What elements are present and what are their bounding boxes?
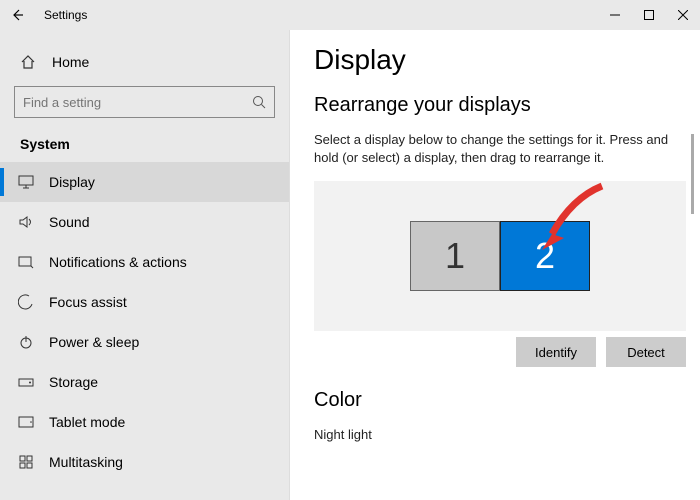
maximize-button[interactable] xyxy=(632,0,666,30)
rearrange-title: Rearrange your displays xyxy=(314,94,676,117)
window-title: Settings xyxy=(44,8,87,22)
titlebar: Settings xyxy=(0,0,700,30)
display-icon xyxy=(17,175,35,189)
display-buttons-row: Identify Detect xyxy=(314,337,686,367)
nav-item-notifications[interactable]: Notifications & actions xyxy=(0,242,289,282)
nav-label: Notifications & actions xyxy=(49,254,187,270)
nav-item-display[interactable]: Display xyxy=(0,162,289,202)
nav-item-power-sleep[interactable]: Power & sleep xyxy=(0,322,289,362)
nav-item-storage[interactable]: Storage xyxy=(0,362,289,402)
tablet-icon xyxy=(17,416,35,428)
nav-item-focus-assist[interactable]: Focus assist xyxy=(0,282,289,322)
nav-item-sound[interactable]: Sound xyxy=(0,202,289,242)
nav-label: Focus assist xyxy=(49,294,127,310)
display-tile-1[interactable]: 1 xyxy=(410,221,500,291)
search-box[interactable] xyxy=(14,86,275,118)
home-label: Home xyxy=(52,54,89,70)
nav-list: Display Sound Notifications & actions Fo… xyxy=(0,162,289,482)
color-title: Color xyxy=(314,389,676,412)
storage-icon xyxy=(17,376,35,388)
nav-label: Storage xyxy=(49,374,98,390)
minimize-button[interactable] xyxy=(598,0,632,30)
minimize-icon xyxy=(610,10,620,20)
close-button[interactable] xyxy=(666,0,700,30)
sidebar: Home System Display Sound Notifications … xyxy=(0,30,290,500)
home-button[interactable]: Home xyxy=(0,44,289,80)
close-icon xyxy=(678,10,688,20)
identify-button[interactable]: Identify xyxy=(516,337,596,367)
back-arrow-icon xyxy=(10,8,24,22)
nav-label: Multitasking xyxy=(49,454,123,470)
night-light-label: Night light xyxy=(314,426,674,444)
category-label: System xyxy=(0,128,289,160)
nav-label: Power & sleep xyxy=(49,334,139,350)
display-tile-2[interactable]: 2 xyxy=(500,221,590,291)
rearrange-description: Select a display below to change the set… xyxy=(314,131,674,167)
display-arrangement-area[interactable]: 1 2 xyxy=(314,181,686,331)
main-content: Display Rearrange your displays Select a… xyxy=(290,30,700,500)
nav-item-tablet-mode[interactable]: Tablet mode xyxy=(0,402,289,442)
monitor-group: 1 2 xyxy=(410,221,590,291)
detect-button[interactable]: Detect xyxy=(606,337,686,367)
notifications-icon xyxy=(17,255,35,269)
search-icon xyxy=(252,95,266,109)
scrollbar-thumb[interactable] xyxy=(691,134,694,214)
maximize-icon xyxy=(644,10,654,20)
page-title: Display xyxy=(314,44,676,76)
back-button[interactable] xyxy=(0,0,34,30)
nav-label: Display xyxy=(49,174,95,190)
power-icon xyxy=(17,335,35,349)
nav-label: Sound xyxy=(49,214,89,230)
window-controls xyxy=(598,0,700,30)
sound-icon xyxy=(17,215,35,229)
search-input[interactable] xyxy=(23,95,223,110)
nav-item-multitasking[interactable]: Multitasking xyxy=(0,442,289,482)
multitasking-icon xyxy=(17,455,35,469)
focus-icon xyxy=(17,294,35,310)
home-icon xyxy=(20,54,38,70)
nav-label: Tablet mode xyxy=(49,414,125,430)
